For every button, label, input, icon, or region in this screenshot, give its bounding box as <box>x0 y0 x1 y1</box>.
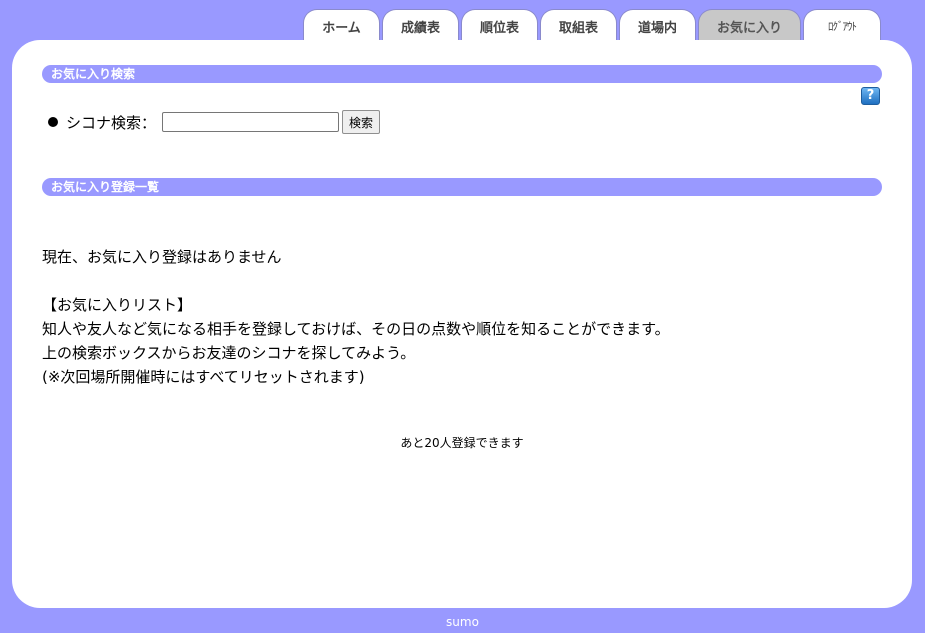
remaining-count: あと20人登録できます <box>400 436 524 450</box>
search-button[interactable]: 検索 <box>342 110 381 134</box>
tab-results[interactable]: 成績表 <box>382 9 459 40</box>
tab-rankings[interactable]: 順位表 <box>461 9 538 40</box>
info-line: (※次回場所開催時にはすべてリセットされます) <box>42 368 365 386</box>
favorite-list-heading: お気に入り登録一覧 <box>42 178 882 196</box>
footer-text: sumo <box>446 615 479 629</box>
help-icon[interactable]: ? <box>861 87 880 105</box>
tab-favorites[interactable]: お気に入り <box>698 9 801 40</box>
bullet-icon <box>48 117 58 127</box>
search-row: シコナ検索： 検索 <box>48 110 381 134</box>
favorite-list-message: 現在、お気に入り登録はありません 【お気に入りリスト】 知人や友人など気になる相… <box>42 245 670 389</box>
main-panel: お気に入り検索 ? シコナ検索： 検索 お気に入り登録一覧 現在、お気に入り登録… <box>12 40 912 608</box>
info-title: 【お気に入りリスト】 <box>42 296 193 314</box>
shikona-search-input[interactable] <box>162 112 340 132</box>
nav-tabs: ホーム 成績表 順位表 取組表 道場内 お気に入り ﾛｸﾞｱｳﾄ <box>303 9 883 40</box>
favorite-search-heading: お気に入り検索 <box>42 65 882 83</box>
tab-matchups[interactable]: 取組表 <box>540 9 617 40</box>
empty-message: 現在、お気に入り登録はありません <box>42 248 282 266</box>
tab-dojo[interactable]: 道場内 <box>619 9 696 40</box>
search-field-label: シコナ検索： <box>66 113 157 132</box>
tab-logout[interactable]: ﾛｸﾞｱｳﾄ <box>803 9 881 40</box>
info-line: 知人や友人など気になる相手を登録しておけば、その日の点数や順位を知ることができま… <box>42 320 670 338</box>
tab-home[interactable]: ホーム <box>303 9 380 40</box>
info-line: 上の検索ボックスからお友達のシコナを探してみよう。 <box>42 344 416 362</box>
